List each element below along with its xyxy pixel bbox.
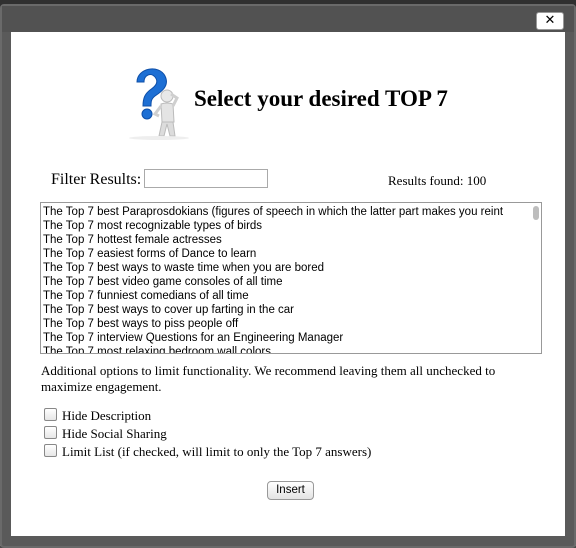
select-top7-dialog: ✕ Select your desired TOP 7 Filter Resul… (0, 4, 576, 548)
list-item[interactable]: The Top 7 best Paraprosdokians (figures … (43, 205, 527, 219)
limit-list-label: Limit List (if checked, will limit to on… (62, 444, 372, 459)
dialog-title: Select your desired TOP 7 (194, 86, 448, 111)
list-item[interactable]: The Top 7 hottest female actresses (43, 233, 527, 247)
results-count: Results found: 100 (388, 173, 487, 188)
list-item[interactable]: The Top 7 best ways to cover up farting … (43, 303, 527, 317)
list-item[interactable]: The Top 7 best ways to waste time when y… (43, 261, 527, 275)
listbox-scrollbar[interactable] (529, 203, 541, 353)
list-item[interactable]: The Top 7 most relaxing bedroom wall col… (43, 345, 527, 353)
list-item[interactable]: The Top 7 easiest forms of Dance to lear… (43, 247, 527, 261)
question-figure-icon (129, 68, 189, 140)
hide-description-option[interactable]: Hide Description (44, 408, 151, 424)
hide-social-label: Hide Social Sharing (62, 426, 167, 441)
dialog-header: Select your desired TOP 7 (119, 62, 479, 142)
list-item[interactable]: The Top 7 best ways to piss people off (43, 317, 527, 331)
limit-list-checkbox[interactable] (44, 444, 57, 457)
list-item[interactable]: The Top 7 funniest comedians of all time (43, 289, 527, 303)
scrollbar-thumb[interactable] (533, 206, 539, 220)
list-item[interactable]: The Top 7 interview Questions for an Eng… (43, 331, 527, 345)
close-button[interactable]: ✕ (536, 12, 564, 30)
dialog-content: Select your desired TOP 7 Filter Results… (11, 32, 565, 536)
dialog-titlebar: ✕ (2, 6, 574, 32)
insert-button[interactable]: Insert (267, 481, 314, 500)
list-item[interactable]: The Top 7 best video game consoles of al… (43, 275, 527, 289)
options-description: Additional options to limit functionalit… (41, 363, 496, 394)
filter-label: Filter Results: (51, 171, 142, 188)
top7-listbox[interactable]: The Top 7 best Paraprosdokians (figures … (40, 202, 542, 354)
listbox-items: The Top 7 best Paraprosdokians (figures … (43, 205, 527, 353)
hide-description-label: Hide Description (62, 408, 152, 423)
hide-social-checkbox[interactable] (44, 426, 57, 439)
limit-list-option[interactable]: Limit List (if checked, will limit to on… (44, 444, 371, 460)
close-icon: ✕ (544, 13, 556, 28)
filter-input[interactable] (144, 169, 268, 188)
hide-description-checkbox[interactable] (44, 408, 57, 421)
hide-social-option[interactable]: Hide Social Sharing (44, 426, 167, 442)
list-item[interactable]: The Top 7 most recognizable types of bir… (43, 219, 527, 233)
